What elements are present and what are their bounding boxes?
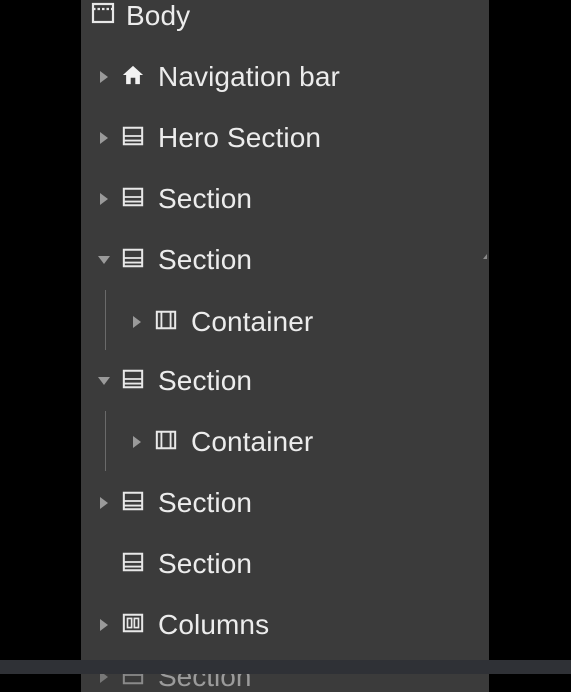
divider-bar xyxy=(0,660,571,674)
tree-item-label: Section xyxy=(158,183,253,214)
caret-down-icon[interactable] xyxy=(98,256,110,264)
tree-item-label: Section xyxy=(158,674,252,692)
columns-icon xyxy=(122,609,144,641)
tree-item-hero-section[interactable]: Hero Section xyxy=(81,109,489,167)
resize-handle-icon[interactable] xyxy=(483,254,487,259)
tree-item-label: Section xyxy=(158,365,253,396)
tree-item-section-expanded[interactable]: Section xyxy=(81,352,489,410)
section-icon xyxy=(122,244,144,276)
caret-right-icon[interactable] xyxy=(100,71,108,83)
tree-item-label: Columns xyxy=(158,609,270,640)
tree-item-section-expanded[interactable]: Section xyxy=(81,231,489,289)
tree-item-section[interactable]: Section xyxy=(81,535,489,593)
section-icon xyxy=(122,122,144,154)
body-icon xyxy=(91,0,115,32)
section-icon xyxy=(122,548,144,580)
section-icon xyxy=(122,674,144,692)
caret-right-icon[interactable] xyxy=(100,619,108,631)
caret-down-icon[interactable] xyxy=(98,377,110,385)
tree-item-container[interactable]: Container xyxy=(81,413,489,471)
tree-item-section[interactable]: Section xyxy=(81,170,489,228)
section-icon xyxy=(122,183,144,215)
tree-item-label: Container xyxy=(191,306,314,337)
tree-item-label: Container xyxy=(191,426,314,457)
tree-item-columns[interactable]: Columns xyxy=(81,596,489,654)
container-icon xyxy=(155,426,177,458)
caret-right-icon[interactable] xyxy=(133,436,141,448)
container-icon xyxy=(155,306,177,338)
navigator-panel: Body Navigation bar Hero Section Section… xyxy=(81,0,489,660)
caret-right-icon[interactable] xyxy=(100,497,108,509)
tree-item-navigation-bar[interactable]: Navigation bar xyxy=(81,48,489,106)
caret-right-icon[interactable] xyxy=(100,132,108,144)
tree-item-label: Hero Section xyxy=(158,122,322,153)
caret-right-icon[interactable] xyxy=(100,674,108,683)
tree-item-label: Section xyxy=(158,548,253,579)
tree-item-label: Navigation bar xyxy=(158,61,340,92)
section-icon xyxy=(122,487,144,519)
caret-right-icon[interactable] xyxy=(100,193,108,205)
tree-item-label: Body xyxy=(126,0,191,31)
tree-item-section[interactable]: Section xyxy=(81,474,489,532)
caret-right-icon[interactable] xyxy=(133,316,141,328)
tree-item-container[interactable]: Container xyxy=(81,293,489,351)
section-icon xyxy=(122,365,144,397)
home-icon xyxy=(122,61,144,93)
tree-item-body[interactable]: Body xyxy=(81,0,489,45)
tree-item-label: Section xyxy=(158,244,253,275)
tree-item-label: Section xyxy=(158,487,253,518)
tree-item-section-partial[interactable]: Section xyxy=(81,674,489,692)
